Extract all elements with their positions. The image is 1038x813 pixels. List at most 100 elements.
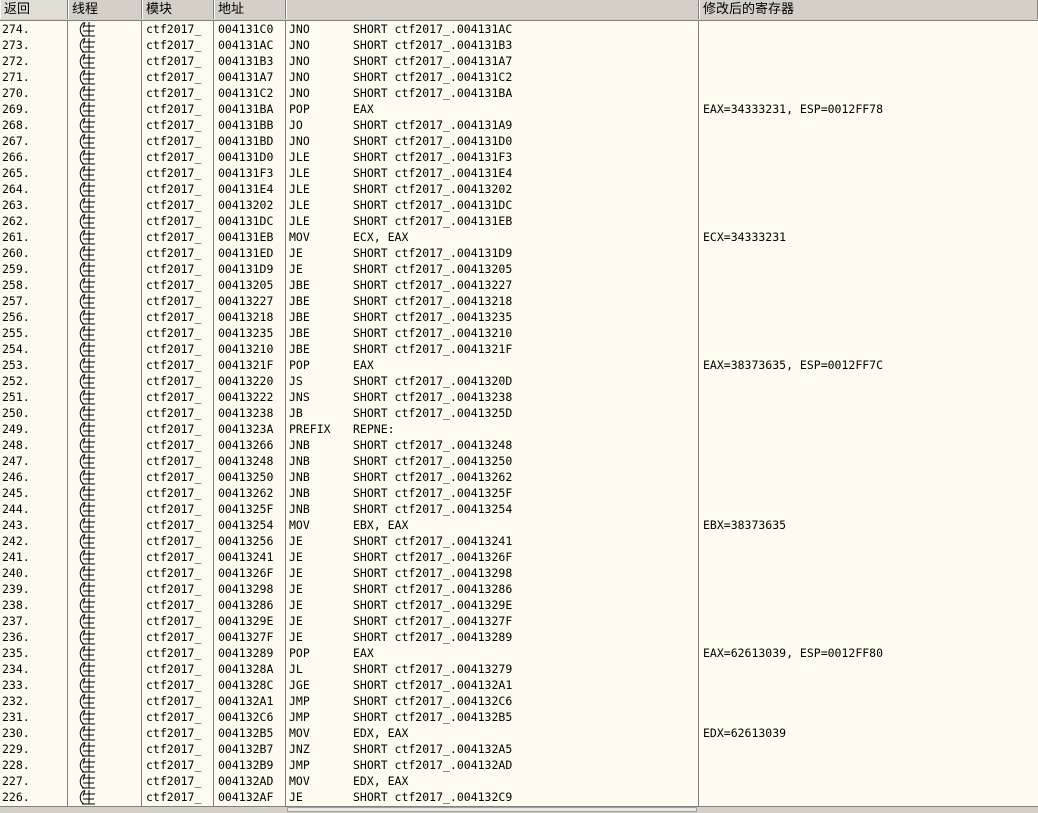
column-header-address[interactable]: 地址 (214, 0, 286, 19)
trace-row[interactable]: 265. ctf2017_ 004131F3 JLE SHORT ctf2017_.00… (0, 165, 1038, 181)
trace-row[interactable]: 227. ctf2017_ 004132AD MOV EDX, EAX (0, 773, 1038, 789)
main-thread-icon (76, 549, 96, 565)
trace-row[interactable]: 271. ctf2017_ 004131A7 JNO SHORT ctf2017_.00… (0, 69, 1038, 85)
trace-row[interactable]: 267. ctf2017_ 004131BD JNO SHORT ctf2017_.00… (0, 133, 1038, 149)
trace-row[interactable]: 248. ctf2017_ 00413266 JNB SHORT ctf2017_.00… (0, 437, 1038, 453)
main-thread-icon (76, 165, 96, 181)
trace-row[interactable]: 254. ctf2017_ 00413210 JBE SHORT ctf2017_.00… (0, 341, 1038, 357)
column-header-modified-registers[interactable]: 修改后的寄存器 (699, 0, 1038, 19)
module-name: ctf2017_ (146, 294, 202, 308)
modified-registers (703, 789, 1033, 805)
column-header-command[interactable] (286, 0, 699, 19)
module-name: ctf2017_ (146, 454, 202, 468)
module-name: ctf2017_ (146, 358, 202, 372)
trace-row[interactable]: 234. ctf2017_ 0041328A JL SHORT ctf2017_.004… (0, 661, 1038, 677)
trace-row[interactable]: 245. ctf2017_ 00413262 JNB SHORT ctf2017_.00… (0, 485, 1038, 501)
trace-row[interactable]: 242. ctf2017_ 00413256 JE SHORT ctf2017_.004… (0, 533, 1038, 549)
instruction-operands: SHORT ctf2017_.00413248 (353, 438, 513, 452)
instruction-address: 00413205 (218, 278, 274, 292)
trace-row[interactable]: 233. ctf2017_ 0041328C JGE SHORT ctf2017_.00… (0, 677, 1038, 693)
modified-registers (703, 773, 1033, 789)
instruction-address: 004131D9 (218, 262, 274, 276)
thread-cell (72, 309, 138, 325)
return-index: 265. (2, 166, 30, 180)
return-index: 227. (2, 774, 30, 788)
trace-row[interactable]: 237. ctf2017_ 0041329E JE SHORT ctf2017_.004… (0, 613, 1038, 629)
trace-row[interactable]: 270. ctf2017_ 004131C2 JNO SHORT ctf2017_.00… (0, 85, 1038, 101)
column-header-module[interactable]: 模块 (142, 0, 214, 19)
return-index: 274. (2, 22, 30, 36)
trace-row[interactable]: 256. ctf2017_ 00413218 JBE SHORT ctf2017_.00… (0, 309, 1038, 325)
thread-cell (72, 325, 138, 341)
trace-row[interactable]: 253. ctf2017_ 0041321F POP EAX EAX=38373635, … (0, 357, 1038, 373)
trace-row[interactable]: 240. ctf2017_ 0041326F JE SHORT ctf2017_.004… (0, 565, 1038, 581)
instruction-mnemonic: JL (289, 662, 303, 676)
column-header-return[interactable]: 返回 (0, 0, 68, 19)
trace-row[interactable]: 264. ctf2017_ 004131E4 JLE SHORT ctf2017_.00… (0, 181, 1038, 197)
trace-row[interactable]: 258. ctf2017_ 00413205 JBE SHORT ctf2017_.00… (0, 277, 1038, 293)
return-index: 254. (2, 342, 30, 356)
thread-cell (72, 357, 138, 373)
trace-row[interactable]: 257. ctf2017_ 00413227 JBE SHORT ctf2017_.00… (0, 293, 1038, 309)
trace-row[interactable]: 246. ctf2017_ 00413250 JNB SHORT ctf2017_.00… (0, 469, 1038, 485)
trace-row[interactable]: 229. ctf2017_ 004132B7 JNZ SHORT ctf2017_.00… (0, 741, 1038, 757)
thread-cell (72, 565, 138, 581)
instruction-address: 004132B5 (218, 726, 274, 740)
modified-registers (703, 613, 1033, 629)
trace-row[interactable]: 247. ctf2017_ 00413248 JNB SHORT ctf2017_.00… (0, 453, 1038, 469)
trace-row[interactable]: 228. ctf2017_ 004132B9 JMP SHORT ctf2017_.00… (0, 757, 1038, 773)
trace-row[interactable]: 232. ctf2017_ 004132A1 JMP SHORT ctf2017_.00… (0, 693, 1038, 709)
trace-row[interactable]: 251. ctf2017_ 00413222 JNS SHORT ctf2017_.00… (0, 389, 1038, 405)
main-thread-icon (76, 85, 96, 101)
trace-row[interactable]: 261. ctf2017_ 004131EB MOV ECX, EAX ECX=34333… (0, 229, 1038, 245)
trace-row[interactable]: 239. ctf2017_ 00413298 JE SHORT ctf2017_.004… (0, 581, 1038, 597)
trace-row[interactable]: 243. ctf2017_ 00413254 MOV EBX, EAX EBX=38373… (0, 517, 1038, 533)
trace-row[interactable]: 231. ctf2017_ 004132C6 JMP SHORT ctf2017_.00… (0, 709, 1038, 725)
trace-row[interactable]: 269. ctf2017_ 004131BA POP EAX EAX=34333231, … (0, 101, 1038, 117)
instruction-mnemonic: JMP (289, 710, 310, 724)
trace-row[interactable]: 249. ctf2017_ 0041323A PREFIX REPNE: (0, 421, 1038, 437)
trace-row[interactable]: 230. ctf2017_ 004132B5 MOV EDX, EAX EDX=62613… (0, 725, 1038, 741)
trace-row[interactable]: 226. ctf2017_ 004132AF JE SHORT ctf2017_.004… (0, 789, 1038, 805)
instruction-mnemonic: MOV (289, 230, 310, 244)
return-index: 245. (2, 486, 30, 500)
modified-registers (703, 37, 1033, 53)
instruction-mnemonic: JNO (289, 86, 310, 100)
thread-cell (72, 629, 138, 645)
trace-row[interactable]: 255. ctf2017_ 00413235 JBE SHORT ctf2017_.00… (0, 325, 1038, 341)
instruction-operands: SHORT ctf2017_.004131A7 (353, 54, 513, 68)
instruction-address: 004132B9 (218, 758, 274, 772)
trace-row[interactable]: 262. ctf2017_ 004131DC JLE SHORT ctf2017_.00… (0, 213, 1038, 229)
scrollbar-thumb[interactable] (287, 807, 697, 812)
return-index: 250. (2, 406, 30, 420)
trace-row[interactable]: 268. ctf2017_ 004131BB JO SHORT ctf2017_.004… (0, 117, 1038, 133)
trace-row[interactable]: 250. ctf2017_ 00413238 JB SHORT ctf2017_.004… (0, 405, 1038, 421)
trace-row[interactable]: 260. ctf2017_ 004131ED JE SHORT ctf2017_.004… (0, 245, 1038, 261)
trace-row[interactable]: 241. ctf2017_ 00413241 JE SHORT ctf2017_.004… (0, 549, 1038, 565)
instruction-mnemonic: JE (289, 246, 303, 260)
trace-row[interactable]: 235. ctf2017_ 00413289 POP EAX EAX=62613039, … (0, 645, 1038, 661)
trace-row[interactable]: 273. ctf2017_ 004131AC JNO SHORT ctf2017_.00… (0, 37, 1038, 53)
trace-row[interactable]: 274. ctf2017_ 004131C0 JNO SHORT ctf2017_.00… (0, 21, 1038, 37)
thread-cell (72, 117, 138, 133)
module-name: ctf2017_ (146, 710, 202, 724)
return-index: 230. (2, 726, 30, 740)
instruction-mnemonic: JE (289, 790, 303, 804)
module-name: ctf2017_ (146, 630, 202, 644)
trace-row[interactable]: 244. ctf2017_ 0041325F JNB SHORT ctf2017_.00… (0, 501, 1038, 517)
module-name: ctf2017_ (146, 598, 202, 612)
instruction-address: 0041325F (218, 502, 274, 516)
trace-row[interactable]: 236. ctf2017_ 0041327F JE SHORT ctf2017_.004… (0, 629, 1038, 645)
instruction-operands: SHORT ctf2017_.00413262 (353, 470, 513, 484)
return-index: 263. (2, 198, 30, 212)
column-header-thread[interactable]: 线程 (68, 0, 142, 19)
trace-row[interactable]: 266. ctf2017_ 004131D0 JLE SHORT ctf2017_.00… (0, 149, 1038, 165)
trace-row[interactable]: 272. ctf2017_ 004131B3 JNO SHORT ctf2017_.00… (0, 53, 1038, 69)
trace-row[interactable]: 259. ctf2017_ 004131D9 JE SHORT ctf2017_.004… (0, 261, 1038, 277)
return-index: 266. (2, 150, 30, 164)
instruction-operands: SHORT ctf2017_.00413218 (353, 294, 513, 308)
trace-row[interactable]: 238. ctf2017_ 00413286 JE SHORT ctf2017_.004… (0, 597, 1038, 613)
trace-row[interactable]: 263. ctf2017_ 00413202 JLE SHORT ctf2017_.00… (0, 197, 1038, 213)
trace-row[interactable]: 252. ctf2017_ 00413220 JS SHORT ctf2017_.004… (0, 373, 1038, 389)
modified-registers (703, 581, 1033, 597)
